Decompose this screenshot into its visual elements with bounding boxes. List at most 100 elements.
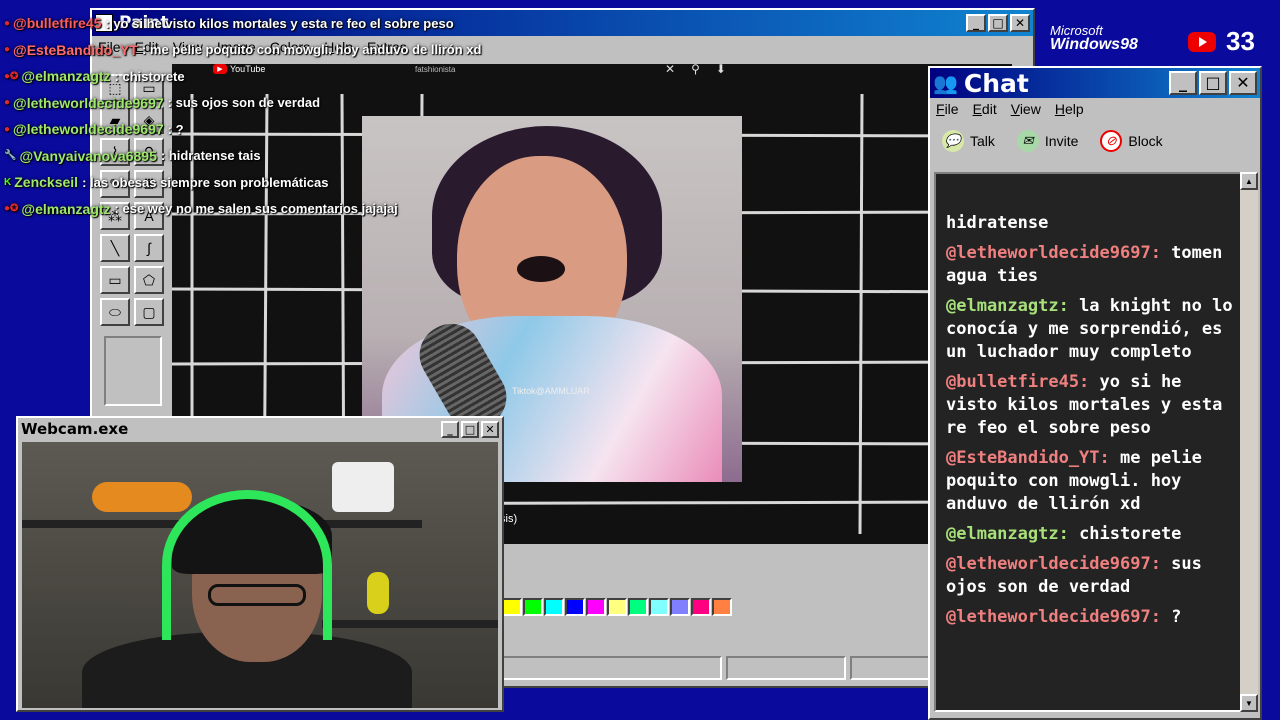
overlay-chat: ● @bulletfire45: yo si he visto kilos mor… [4,10,564,222]
search-icon[interactable]: ⚲ [691,62,700,76]
chat-close-button[interactable]: ✕ [1229,71,1257,95]
polygon-tool-icon[interactable]: ⬠ [134,266,164,294]
overlay-chat-text: : yo si he visto kilos mortales y esta r… [105,15,454,31]
overlay-chat-user: @elmanzagtz [21,68,111,85]
overlay-chat-user: @Vanyaivanova6895 [19,147,157,164]
overlay-chat-line: 🔧 @Vanyaivanova6895: hidratense tais [4,143,564,170]
overlay-chat-line: ● @bulletfire45: yo si he visto kilos mor… [4,10,564,37]
badge-icon: ● [4,123,11,135]
talk-icon: 💬 [942,130,964,152]
rectangle-tool-icon[interactable]: ▭ [100,266,130,294]
chat-menu-view[interactable]: View [1011,101,1041,117]
scroll-up-icon[interactable]: ▲ [1240,172,1258,190]
tool-options-box[interactable] [104,336,162,406]
overlay-chat-user: @letheworldecide9697 [13,94,164,111]
chat-message: @elmanzagtz: la knight no lo conocía y m… [946,295,1236,364]
badge-icon: 🔧 [4,150,17,162]
palette-swatch[interactable] [523,598,543,616]
overlay-chat-user: @EsteBandido_YT [13,41,138,58]
video-watermark: Tiktok@AMMLUAR [512,386,590,396]
webcam-feed [22,442,498,708]
overlay-chat-text: : ese wey no me salen sus comentarios ja… [114,201,398,217]
glasses [208,584,306,606]
color-palette [502,598,733,616]
invite-button[interactable]: ✉ Invite [1016,130,1079,152]
chat-minimize-button[interactable]: _ [1169,71,1197,95]
palette-swatch[interactable] [670,598,690,616]
youtube-play-icon [1188,31,1216,52]
badge-icon: ● [4,17,11,29]
badge-icon: K [4,176,12,188]
overlay-chat-line: ● @EsteBandido_YT: me pelie poquito con m… [4,37,564,64]
windows98-text: Windows98 [1050,36,1138,53]
webcam-maximize-button[interactable]: □ [461,420,479,438]
chat-menu-file[interactable]: File [936,101,959,117]
mic-icon[interactable]: ⬇ [716,62,726,76]
overlay-chat-line: K Zenckseil: las obesas siempre son probl… [4,169,564,196]
paper-roll [332,462,394,512]
palette-swatch[interactable] [565,598,585,616]
chat-message-text: ? [1171,607,1182,627]
maximize-button[interactable]: □ [988,14,1008,32]
toy-figure [367,572,389,614]
overlay-chat-user: @letheworldecide9697 [13,121,164,138]
palette-swatch[interactable] [586,598,606,616]
chat-menu-bar: File Edit View Help [930,98,1260,120]
overlay-chat-text: : hidratense tais [160,148,261,164]
chat-maximize-button[interactable]: □ [1199,71,1227,95]
webcam-close-button[interactable]: ✕ [481,420,499,438]
close-button[interactable]: ✕ [1010,14,1030,32]
overlay-chat-text: : me pelie poquito con mowgli. hoy anduv… [141,42,482,58]
subscriber-counter: 33 [1188,26,1255,57]
chat-message: @letheworldecide9697: tomen agua ties [946,242,1236,288]
webcam-titlebar[interactable]: Webcam.exe _ □ ✕ [18,418,502,440]
invite-icon: ✉ [1016,130,1039,152]
chat-scrollbar[interactable]: ▲ ▼ [1240,172,1258,712]
badge-icon: ●✪ [4,203,19,215]
webcam-title: Webcam.exe [21,420,129,438]
chat-titlebar[interactable]: 👥 Chat _ □ ✕ [930,68,1260,98]
curve-tool-icon[interactable]: ∫ [134,234,164,262]
clear-icon[interactable]: ✕ [665,62,675,76]
palette-swatch[interactable] [544,598,564,616]
status-field-coords [726,656,846,680]
palette-swatch[interactable] [712,598,732,616]
webcam-minimize-button[interactable]: _ [441,420,459,438]
palette-swatch[interactable] [691,598,711,616]
chat-message: @bulletfire45: yo si he visto kilos mort… [946,371,1236,440]
chat-message-user: @elmanzagtz: [946,524,1080,544]
chat-message-user: @letheworldecide9697: [946,243,1172,263]
chat-message-text: chistorete [1079,524,1182,544]
overlay-chat-text: : ? [167,121,184,137]
ellipse-tool-icon[interactable]: ⬭ [100,298,130,326]
chat-messages-panel[interactable]: hidratense @letheworldecide9697: tomen ag… [934,172,1242,712]
block-button[interactable]: ⊘ Block [1100,130,1163,152]
chat-menu-help[interactable]: Help [1055,101,1084,117]
badge-icon: ● [4,44,11,56]
chat-message-list: hidratense @letheworldecide9697: tomen ag… [946,212,1236,636]
minimize-button[interactable]: _ [966,14,986,32]
overlay-chat-text: : chistorete [114,68,185,84]
line-tool-icon[interactable]: ╲ [100,234,130,262]
shelf [322,620,498,628]
badge-icon: ● [4,97,11,109]
overlay-chat-text: : las obesas siempre son problemáticas [82,174,329,190]
palette-swatch[interactable] [607,598,627,616]
overlay-chat-line: ●✪ @elmanzagtz: chistorete [4,63,564,90]
overlay-chat-user: @bulletfire45 [13,15,102,32]
palette-swatch[interactable] [628,598,648,616]
overlay-chat-user: @elmanzagtz [21,200,111,217]
talk-button[interactable]: 💬 Talk [942,130,995,152]
scroll-down-icon[interactable]: ▼ [1240,694,1258,712]
palette-swatch[interactable] [502,598,522,616]
chat-title: Chat [963,68,1029,98]
invite-label: Invite [1044,133,1079,149]
block-label: Block [1128,133,1163,149]
palette-swatch[interactable] [649,598,669,616]
overlay-chat-line: ● @letheworldecide9697: sus ojos son de v… [4,90,564,117]
chat-menu-edit[interactable]: Edit [973,101,997,117]
rounded-rect-tool-icon[interactable]: ▢ [134,298,164,326]
subscriber-count: 33 [1226,26,1255,56]
webcam-window: Webcam.exe _ □ ✕ [16,416,504,712]
badge-icon: ●✪ [4,70,19,82]
